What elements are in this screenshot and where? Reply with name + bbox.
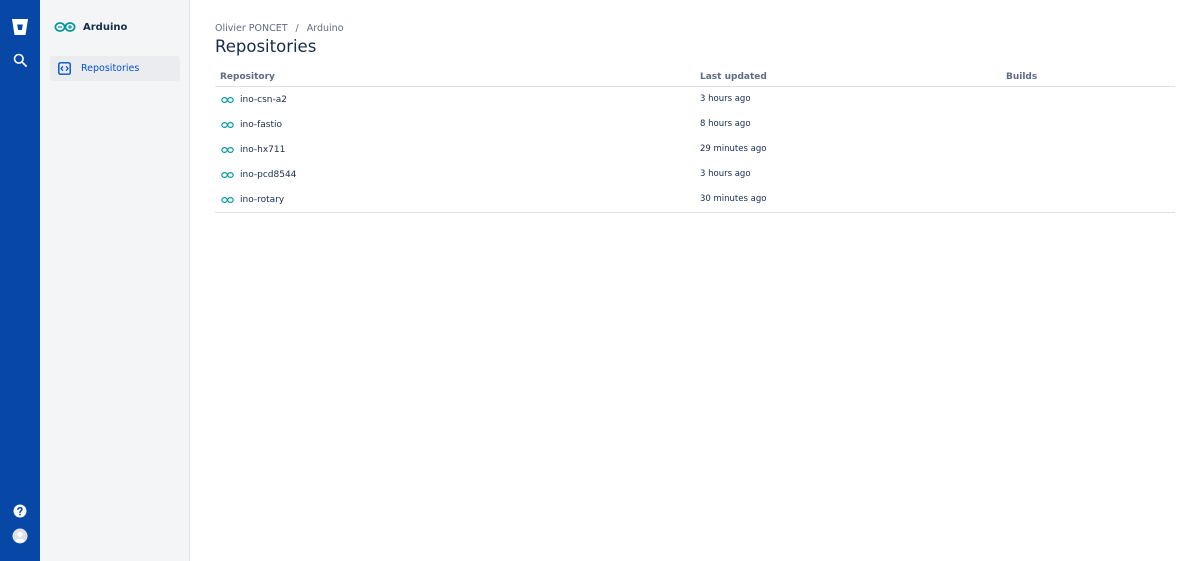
last-updated: 8 hours ago: [700, 119, 751, 129]
repository-name: ino-csn-a2: [240, 95, 287, 105]
code-icon: [58, 62, 71, 75]
breadcrumb-item-project[interactable]: Arduino: [307, 23, 344, 34]
project-sidebar: Arduino Repositories: [40, 0, 190, 561]
arduino-repo-icon: [221, 147, 234, 153]
main-content: Olivier PONCET / Arduino Repositories Re…: [215, 0, 1175, 561]
page-title: Repositories: [215, 37, 317, 56]
repository-link[interactable]: ino-fastio: [221, 120, 282, 130]
repository-link[interactable]: ino-rotary: [221, 195, 284, 205]
breadcrumb: Olivier PONCET / Arduino: [215, 23, 344, 34]
sidebar-item-repositories[interactable]: Repositories: [50, 56, 180, 81]
repository-link[interactable]: ino-hx711: [221, 145, 285, 155]
repositories-table: Repository Last updated Builds ino-csn-a…: [215, 70, 1175, 213]
arduino-repo-icon: [221, 172, 234, 178]
column-header-builds: Builds: [1006, 72, 1038, 82]
last-updated: 30 minutes ago: [700, 194, 767, 204]
sidebar-project-name: Arduino: [83, 21, 128, 33]
repository-name: ino-fastio: [240, 120, 283, 130]
repository-link[interactable]: ino-csn-a2: [221, 95, 287, 105]
last-updated: 3 hours ago: [700, 94, 751, 104]
table-row[interactable]: ino-fastio 8 hours ago: [215, 112, 1175, 137]
table-row[interactable]: ino-hx711 29 minutes ago: [215, 137, 1175, 162]
table-body: ino-csn-a2 3 hours ago ino-fastio 8 hour…: [215, 87, 1175, 213]
arduino-repo-icon: [221, 97, 234, 103]
column-header-repository[interactable]: Repository: [220, 72, 275, 82]
repository-name: ino-rotary: [240, 195, 285, 205]
repository-link[interactable]: ino-pcd8544: [221, 170, 296, 180]
repository-name: ino-pcd8544: [240, 170, 297, 180]
help-icon[interactable]: [8, 499, 32, 523]
sidebar-project-header[interactable]: Arduino: [54, 17, 127, 37]
column-header-last-updated[interactable]: Last updated: [700, 72, 767, 82]
table-row[interactable]: ino-rotary 30 minutes ago: [215, 187, 1175, 212]
table-row[interactable]: ino-csn-a2 3 hours ago: [215, 87, 1175, 112]
repository-name: ino-hx711: [240, 145, 286, 155]
global-nav: [0, 0, 40, 561]
user-avatar-icon[interactable]: [8, 524, 32, 548]
arduino-logo-icon: [54, 22, 76, 32]
last-updated: 3 hours ago: [700, 169, 751, 179]
last-updated: 29 minutes ago: [700, 144, 767, 154]
table-header: Repository Last updated Builds: [215, 70, 1175, 87]
search-icon[interactable]: [8, 48, 32, 72]
arduino-repo-icon: [221, 122, 234, 128]
breadcrumb-separator: /: [295, 23, 299, 34]
table-row[interactable]: ino-pcd8544 3 hours ago: [215, 162, 1175, 187]
breadcrumb-item-owner[interactable]: Olivier PONCET: [215, 23, 288, 34]
arduino-repo-icon: [221, 197, 234, 203]
sidebar-item-label: Repositories: [81, 63, 140, 74]
bitbucket-logo-icon[interactable]: [8, 15, 32, 39]
